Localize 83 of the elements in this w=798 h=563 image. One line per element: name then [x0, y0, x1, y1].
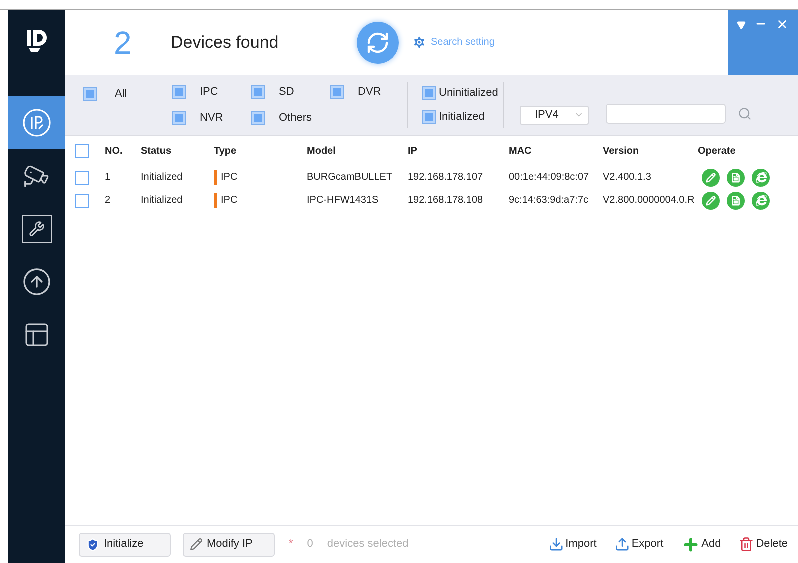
close-icon[interactable]: [776, 18, 790, 31]
windows-icon: [22, 320, 50, 348]
table-cell-text: Initialized: [141, 171, 184, 185]
checkbox[interactable]: [83, 87, 97, 102]
upgrade-icon: [22, 266, 52, 296]
shield-icon: [86, 538, 100, 552]
pencil-icon: [706, 172, 716, 182]
initialize-button[interactable]: Initialize: [79, 532, 171, 556]
document-icon: [731, 172, 741, 182]
checkbox[interactable]: [75, 144, 89, 158]
browser-button[interactable]: [752, 192, 770, 210]
table-cell-text: V2.800.0000004.0.R: [603, 194, 696, 208]
trash-icon: [739, 537, 754, 552]
column-header: Status: [141, 144, 173, 158]
filter-label: SD: [279, 85, 294, 100]
table-cell-text: V2.400.1.3: [603, 171, 652, 185]
delete-button[interactable]: Delete: [739, 536, 788, 553]
column-header: IP: [408, 144, 418, 158]
selected-count: 0: [307, 537, 314, 552]
devices-found-title: Devices found: [171, 32, 280, 54]
search-icon[interactable]: [738, 107, 752, 121]
table-cell: IPC: [214, 193, 307, 208]
filter-label: IPC: [200, 85, 218, 100]
document-icon: [731, 196, 741, 206]
column-header: Type: [214, 144, 238, 158]
browser-icon: [756, 172, 766, 183]
filter-label: Uninitialized: [439, 86, 498, 100]
column-header: Version: [603, 144, 640, 158]
import-icon: [548, 537, 564, 552]
filter-label: DVR: [358, 85, 382, 100]
table-cell-text: 1: [105, 171, 112, 185]
table-cell-text: BURGcamBULLET: [307, 171, 394, 185]
checkbox[interactable]: [75, 170, 89, 184]
export-icon: [614, 537, 630, 552]
pencil-icon: [190, 538, 203, 551]
search-field[interactable]: [606, 104, 726, 124]
import-button[interactable]: Import: [548, 536, 597, 553]
protocol-select[interactable]: IPV4: [520, 106, 589, 124]
checkbox[interactable]: [172, 110, 186, 125]
dropdown-icon[interactable]: [736, 21, 746, 30]
filter-label: Initialized: [439, 110, 485, 125]
export-button[interactable]: Export: [614, 536, 664, 553]
monitor-tools-icon: [22, 214, 52, 242]
selected-label: devices selected: [327, 537, 409, 552]
pencil-icon: [706, 196, 716, 206]
table-cell-text: Initialized: [141, 194, 184, 208]
column-header: Model: [307, 144, 337, 158]
table-cell-text: 9c:14:63:9d:a7:7c: [509, 194, 590, 208]
add-button[interactable]: Add: [682, 536, 722, 554]
required-mark: *: [289, 537, 294, 552]
table-cell-text: 2: [105, 194, 112, 208]
refresh-button[interactable]: [357, 22, 399, 64]
filter-label: NVR: [200, 110, 224, 126]
details-button[interactable]: [727, 192, 745, 210]
checkbox[interactable]: [251, 110, 265, 125]
filter-label: Others: [279, 110, 312, 126]
details-button[interactable]: [727, 168, 745, 186]
table-cell: IPC: [214, 170, 307, 185]
table-cell-text: 192.168.178.107: [408, 171, 484, 185]
checkbox[interactable]: [251, 85, 265, 100]
table-cell-text: IPC-HFW1431S: [307, 194, 380, 208]
checkbox[interactable]: [75, 194, 89, 208]
logo-icon: [24, 28, 48, 54]
column-header: MAC: [509, 144, 533, 158]
column-header: NO.: [105, 144, 124, 158]
plus-icon: [682, 536, 700, 554]
device-count: 2: [114, 24, 133, 62]
checkbox[interactable]: [172, 85, 186, 100]
gear-icon: [412, 35, 427, 50]
edit-button[interactable]: [702, 192, 720, 210]
checkbox[interactable]: [422, 110, 436, 124]
browser-button[interactable]: [752, 168, 770, 186]
table-cell-text: 192.168.178.108: [408, 194, 484, 208]
refresh-icon: [366, 30, 390, 54]
ip-circle-icon: [22, 108, 52, 138]
modify-ip-button[interactable]: Modify IP: [183, 532, 275, 556]
browser-icon: [756, 195, 766, 206]
table-cell-text: 00:1e:44:09:8c:07: [509, 171, 590, 185]
edit-button[interactable]: [702, 168, 720, 186]
column-header: Operate: [698, 144, 737, 158]
checkbox[interactable]: [330, 85, 344, 100]
checkbox[interactable]: [422, 86, 436, 100]
filter-label: All: [115, 87, 128, 102]
